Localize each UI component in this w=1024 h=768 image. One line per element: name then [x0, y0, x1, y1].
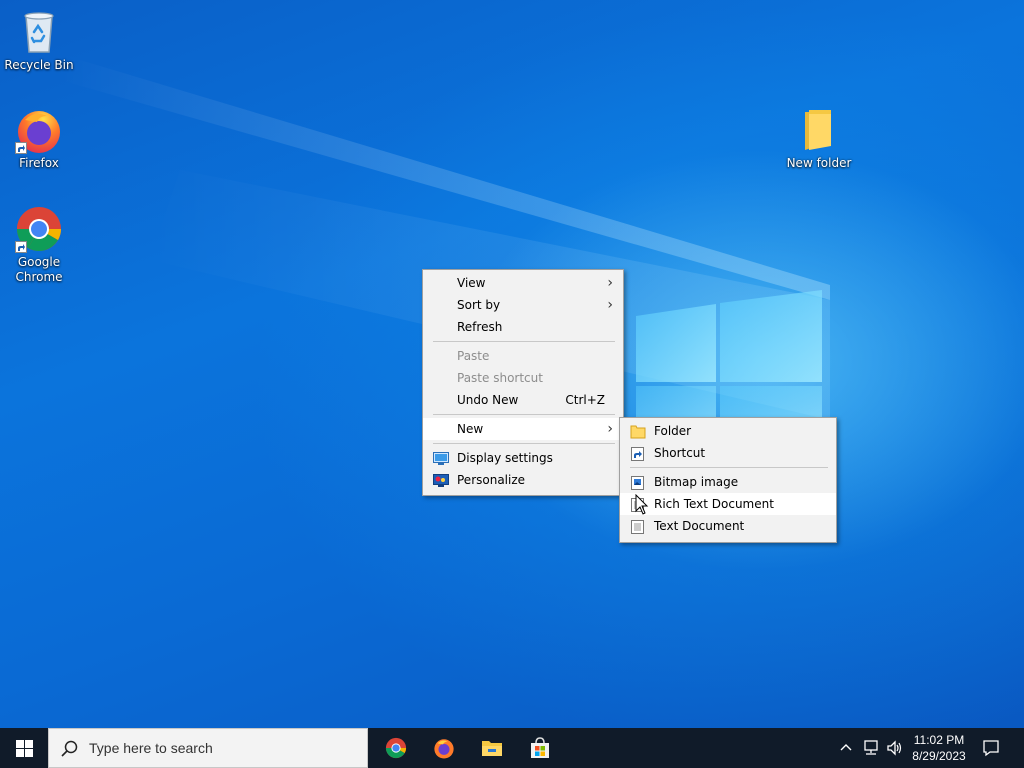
- taskbar-app-chrome[interactable]: [372, 728, 420, 768]
- chevron-right-icon: ›: [607, 297, 613, 313]
- search-icon: [61, 740, 78, 757]
- menu-item-label: Refresh: [457, 320, 503, 334]
- clock-time: 11:02 PM: [913, 733, 965, 747]
- menu-item-paste-shortcut[interactable]: Paste shortcut: [423, 367, 623, 389]
- desktop-icon-label: Recycle Bin: [4, 58, 74, 72]
- notifications-icon[interactable]: [982, 739, 1000, 757]
- desktop-icon-label: Firefox: [19, 156, 59, 170]
- menu-item-label: Paste shortcut: [457, 371, 543, 385]
- taskbar-app-microsoft-store[interactable]: [516, 728, 564, 768]
- menu-item-sort-by[interactable]: Sort by ›: [423, 294, 623, 316]
- text-document-icon: [630, 519, 646, 534]
- menu-item-label: Paste: [457, 349, 490, 363]
- menu-item-view[interactable]: View ›: [423, 272, 623, 294]
- taskbar-clock[interactable]: 11:02 PM 8/29/2023: [900, 732, 978, 764]
- menu-item-shortcut-key: Ctrl+Z: [565, 393, 605, 407]
- submenu-item-rich-text-document[interactable]: Rich Text Document: [620, 493, 836, 515]
- recycle-bin-icon: [15, 8, 63, 56]
- menu-separator: [630, 467, 828, 468]
- start-button[interactable]: [0, 728, 48, 768]
- chevron-right-icon: ›: [607, 275, 613, 291]
- microsoft-store-icon: [531, 737, 549, 758]
- desktop-icon-new-folder[interactable]: New folder: [781, 106, 857, 171]
- search-placeholder: Type here to search: [89, 740, 213, 756]
- folder-icon: [795, 106, 843, 154]
- submenu-item-bitmap-image[interactable]: Bitmap image: [620, 471, 836, 493]
- menu-item-label: View: [457, 276, 486, 290]
- menu-item-label: Folder: [654, 424, 692, 438]
- menu-item-label: New: [457, 422, 484, 436]
- network-icon[interactable]: [862, 740, 880, 756]
- menu-item-label: Bitmap image: [654, 475, 739, 489]
- menu-item-paste[interactable]: Paste: [423, 345, 623, 367]
- desktop-icon-label: Google Chrome: [15, 255, 63, 284]
- menu-separator: [433, 443, 615, 444]
- menu-item-label: Personalize: [457, 473, 526, 487]
- chrome-icon: [15, 205, 63, 253]
- taskbar: Type here to search 11:02 PM 8/29/2023: [0, 728, 1024, 768]
- firefox-icon: [434, 739, 454, 759]
- menu-item-refresh[interactable]: Refresh: [423, 316, 623, 338]
- mouse-cursor-icon: [635, 494, 649, 515]
- desktop-icon-google-chrome[interactable]: Google Chrome: [1, 205, 77, 285]
- firefox-icon: [15, 106, 63, 154]
- menu-item-display-settings[interactable]: Display settings: [423, 447, 623, 469]
- bitmap-image-icon: [630, 475, 646, 490]
- menu-item-new[interactable]: New ›: [423, 418, 623, 440]
- shortcut-icon: [630, 446, 646, 461]
- desktop-icon-firefox[interactable]: Firefox: [1, 106, 77, 171]
- shortcut-arrow-icon: [15, 241, 27, 253]
- submenu-item-text-document[interactable]: Text Document: [620, 515, 836, 537]
- clock-date: 8/29/2023: [912, 749, 966, 763]
- menu-item-label: Shortcut: [654, 446, 706, 460]
- desktop-icon-label: New folder: [786, 156, 852, 170]
- menu-item-label: Display settings: [457, 451, 553, 465]
- menu-item-personalize[interactable]: Personalize: [423, 469, 623, 491]
- taskbar-search-box[interactable]: Type here to search: [48, 728, 368, 768]
- menu-item-label: Rich Text Document: [654, 497, 774, 511]
- menu-separator: [433, 414, 615, 415]
- menu-item-undo-new[interactable]: Undo New Ctrl+Z: [423, 389, 623, 411]
- menu-item-label: Text Document: [654, 519, 745, 533]
- taskbar-app-file-explorer[interactable]: [468, 728, 516, 768]
- taskbar-app-firefox[interactable]: [420, 728, 468, 768]
- display-settings-icon: [433, 451, 449, 465]
- chevron-right-icon: ›: [607, 421, 613, 437]
- menu-separator: [433, 341, 615, 342]
- shortcut-arrow-icon: [15, 142, 27, 154]
- show-hidden-icons-chevron-up-icon[interactable]: [840, 742, 852, 754]
- submenu-item-folder[interactable]: Folder: [620, 420, 836, 442]
- folder-icon: [630, 424, 646, 439]
- submenu-item-shortcut[interactable]: Shortcut: [620, 442, 836, 464]
- new-submenu: Folder Shortcut Bitmap image Rich Text D…: [619, 417, 837, 543]
- desktop-icon-recycle-bin[interactable]: Recycle Bin: [1, 8, 77, 73]
- desktop-context-menu: View › Sort by › Refresh Paste Paste sho…: [422, 269, 624, 496]
- menu-item-label: Sort by: [457, 298, 501, 312]
- windows-logo-wallpaper: [636, 290, 822, 430]
- personalize-icon: [433, 473, 449, 487]
- file-explorer-icon: [482, 741, 502, 756]
- menu-item-label: Undo New: [457, 393, 519, 407]
- windows-start-icon: [16, 740, 33, 757]
- chrome-icon: [385, 737, 407, 759]
